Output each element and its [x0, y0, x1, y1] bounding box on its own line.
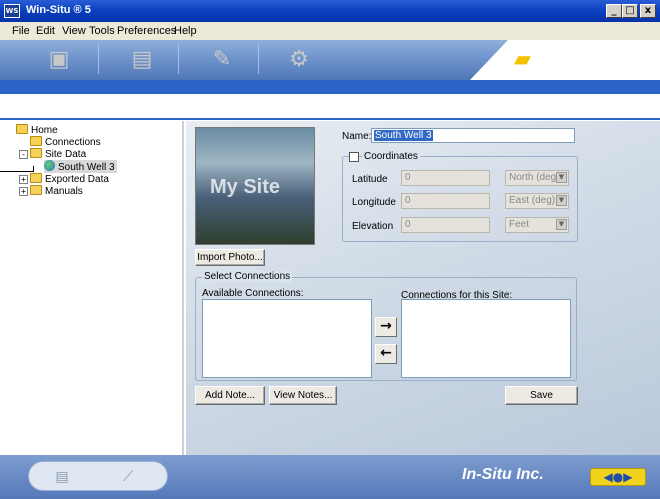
tree-connector-line [0, 171, 34, 172]
available-connections-list[interactable] [202, 299, 372, 378]
add-note-button[interactable]: Add Note... [195, 386, 265, 405]
view-notes-button[interactable]: View Notes... [269, 386, 337, 405]
site-name-value: South Well 3 [374, 130, 433, 141]
tools-icon[interactable]: ✎ [208, 46, 236, 72]
minimize-button[interactable]: _ [606, 4, 622, 18]
status-strip [0, 94, 660, 120]
photo-caption: My Site [210, 176, 281, 198]
brand-badge: ◀●▶ [590, 468, 646, 486]
menu-tools[interactable]: Tools [89, 25, 115, 37]
folder-open-icon [30, 148, 42, 158]
site-data-icon[interactable]: ▣ [45, 46, 73, 72]
settings-icon[interactable]: ⚙ [285, 46, 313, 72]
latitude-unit-select[interactable]: North (deg) ▼ [505, 170, 569, 186]
close-button[interactable]: x [640, 4, 656, 18]
folder-open-icon [16, 124, 28, 134]
window-title: Win-Situ ® 5 [26, 4, 91, 16]
chevron-down-icon: ▼ [556, 219, 567, 230]
toolbar-divider [98, 44, 99, 74]
logger-icon[interactable]: ▤ [128, 46, 156, 72]
name-label: Name: [342, 131, 372, 142]
elevation-input[interactable]: 0 [401, 217, 490, 233]
menu-help[interactable]: Help [174, 25, 197, 37]
select-connections-label: Select Connections [202, 271, 293, 282]
elevation-unit-value: Feet [509, 219, 530, 230]
site-connections-list[interactable] [401, 299, 571, 378]
add-connection-button[interactable]: → [375, 317, 397, 337]
menu-file[interactable]: File [12, 25, 30, 37]
brand-logo: In-Situ Inc. [462, 466, 544, 483]
report-icon[interactable]: ▤ [52, 467, 72, 485]
folder-open-icon [30, 136, 42, 146]
open-folder-icon[interactable]: ▰ [514, 48, 540, 70]
longitude-unit-select[interactable]: East (deg) ▼ [505, 193, 569, 209]
latitude-unit-value: North (deg) [509, 172, 560, 183]
coordinates-checkbox[interactable] [349, 152, 359, 162]
elevation-label: Elevation [352, 221, 394, 232]
arrow-left-icon: ← [380, 345, 392, 361]
globe-icon [44, 160, 55, 171]
latitude-input[interactable]: 0 [401, 170, 490, 186]
save-button[interactable]: Save [505, 386, 578, 405]
tree-item-label: Exported Data [45, 174, 109, 185]
graph-icon[interactable]: ⟋ [118, 467, 138, 485]
tree-connector-line [33, 166, 34, 172]
longitude-unit-value: East (deg) [509, 195, 556, 206]
chevron-down-icon: ▼ [556, 172, 567, 183]
tree-item-manuals[interactable]: + Manuals [19, 185, 83, 198]
chevron-down-icon: ▼ [556, 195, 567, 206]
remove-connection-button[interactable]: ← [375, 344, 397, 364]
tree-item-label: Connections [45, 137, 101, 148]
app-icon: WS [4, 4, 20, 18]
folder-open-icon [30, 185, 42, 195]
elevation-unit-select[interactable]: Feet ▼ [505, 217, 569, 233]
expand-icon[interactable]: + [19, 175, 28, 184]
folder-open-icon [30, 173, 42, 183]
site-name-field[interactable]: South Well 3 [371, 128, 575, 143]
footer-nav [28, 461, 168, 491]
menu-preferences[interactable]: Preferences [117, 25, 176, 37]
latitude-label: Latitude [352, 174, 388, 185]
tree-item-label: Manuals [45, 186, 83, 197]
toolbar-divider [258, 44, 259, 74]
available-connections-label: Available Connections: [202, 288, 304, 299]
toolbar-divider [178, 44, 179, 74]
menu-view[interactable]: View [62, 25, 86, 37]
title-bar [0, 0, 660, 22]
maximize-button[interactable]: □ [622, 4, 638, 18]
navigation-tree: Home Connections - Site Data South Well 3… [16, 121, 184, 455]
arrow-right-icon: → [380, 318, 392, 334]
tree-item-south-well-3[interactable]: South Well 3 [44, 160, 117, 173]
collapse-icon[interactable]: - [19, 150, 28, 159]
tree-item-label: Site Data [45, 149, 87, 160]
longitude-input[interactable]: 0 [401, 193, 490, 209]
import-photo-button[interactable]: Import Photo... [195, 249, 265, 266]
tree-item-label: Home [31, 125, 58, 136]
longitude-label: Longitude [352, 197, 396, 208]
tree-item-label: South Well 3 [58, 162, 115, 173]
expand-icon[interactable]: + [19, 187, 28, 196]
header-band [0, 80, 660, 94]
menu-edit[interactable]: Edit [36, 25, 55, 37]
coordinates-label: Coordinates [362, 151, 420, 162]
